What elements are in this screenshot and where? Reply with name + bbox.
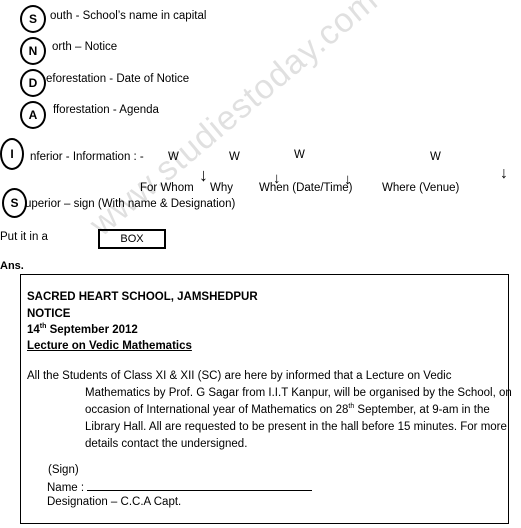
w-label-2: W <box>229 151 240 163</box>
notice-sign: (Sign) <box>48 464 79 476</box>
mnemonic-deforestation: eforestation - Date of Notice <box>46 73 190 85</box>
notice-box: SACRED HEART SCHOOL, JAMSHEDPUR NOTICE 1… <box>20 274 512 524</box>
mnemonic-inferior: nferior - Information : - <box>30 151 144 163</box>
notice-date-day: 14 <box>27 324 40 336</box>
letter-circle-d: D <box>20 69 46 97</box>
w-label-3: W <box>294 149 305 161</box>
notice-body-line: All the Students of Class XI & XII (SC) … <box>27 370 452 382</box>
notice-subject: Lecture on Vedic Mathematics <box>27 340 192 352</box>
notice-body-line: Library Hall. All are requested to be pr… <box>85 421 507 433</box>
letter-circle-s-superior: S <box>2 188 27 218</box>
arrow-down-icon: ↓ <box>199 165 208 185</box>
w-label-4: W <box>430 151 441 163</box>
w-meaning-when: When (Date/Time) <box>259 182 353 194</box>
notice-name-row: Name : <box>47 480 313 494</box>
notice-date: 14th September 2012 <box>27 323 138 336</box>
notice-heading: NOTICE <box>27 308 71 320</box>
answer-label: Ans. <box>0 260 24 272</box>
notice-body-line: occasion of International year of Mathem… <box>85 403 490 416</box>
arrow-down-icon: ↓ <box>500 165 508 182</box>
w-meaning-where: Where (Venue) <box>382 182 460 194</box>
notice-designation: Designation – C.C.A Capt. <box>47 496 182 508</box>
notice-date-rest: September 2012 <box>46 324 138 336</box>
w-label-1: W <box>168 151 179 163</box>
letter-circle-a: A <box>20 101 46 129</box>
letter-circle-i: I <box>0 138 24 170</box>
box-label-frame: BOX <box>98 229 166 249</box>
notice-school-name: SACRED HEART SCHOOL, JAMSHEDPUR <box>27 291 258 303</box>
letter-circle-n: N <box>20 37 46 65</box>
box-text: BOX <box>120 233 144 245</box>
mnemonic-north: orth – Notice <box>52 41 118 53</box>
w-meaning-why: Why <box>210 182 233 194</box>
mnemonic-superior: uperior – sign (With name & Designation) <box>25 198 236 210</box>
put-in-box-label: Put it in a <box>0 231 48 243</box>
mnemonic-afforestation: fforestation - Agenda <box>53 104 159 116</box>
notice-body-text: September, at 9-am in the <box>354 404 490 416</box>
notice-body-line: details contact the undersigned. <box>85 438 248 450</box>
notice-name-label: Name : <box>47 482 85 494</box>
w-meaning-for-whom: For Whom <box>140 182 194 194</box>
notice-body-line: Mathematics by Prof. G Sagar from I.I.T … <box>85 387 512 399</box>
mnemonic-south: outh - School’s name in capital <box>50 10 207 22</box>
notice-body-text: occasion of International year of Mathem… <box>85 404 349 416</box>
letter-circle-s: S <box>20 5 46 33</box>
name-blank-line <box>87 480 313 491</box>
